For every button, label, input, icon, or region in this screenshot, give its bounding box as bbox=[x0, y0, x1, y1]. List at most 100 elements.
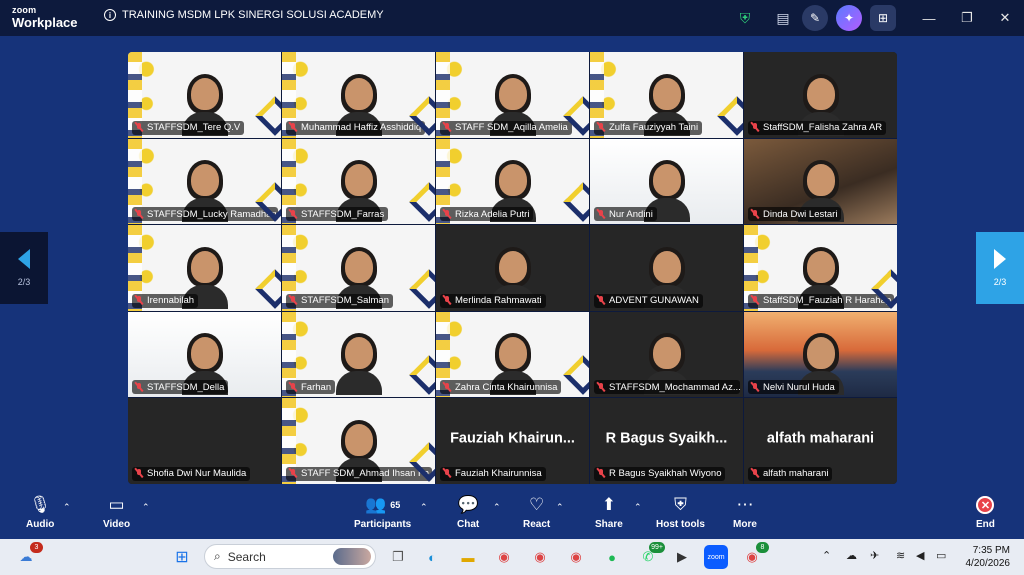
mic-muted-icon bbox=[442, 122, 452, 133]
whatsapp-icon[interactable]: ✆ 99+ bbox=[636, 542, 665, 569]
windows-taskbar: ☁ 3 ⊞ ⌕ Search ❐ ◐ ▬ ◉ ◉ ◉ ● ✆ 99+ ▶ zoom … bbox=[0, 539, 1024, 575]
battery-icon[interactable]: ▭ bbox=[936, 549, 946, 562]
cloud-icon[interactable]: ☁ bbox=[846, 549, 857, 562]
next-page-button[interactable]: 2/3 bbox=[976, 232, 1024, 304]
participants-count: 65 bbox=[390, 500, 401, 510]
spotify-icon[interactable]: ● bbox=[600, 545, 624, 569]
ai-companion-button[interactable]: ✦ bbox=[836, 5, 862, 31]
weather-icon[interactable]: ☁ 3 bbox=[14, 542, 43, 569]
brand-bottom: Workplace bbox=[12, 15, 78, 30]
participant-tile[interactable]: Rizka Adelia Putri bbox=[436, 138, 589, 225]
participant-name: StaffSDM_Fauziah R Harahap bbox=[763, 295, 892, 307]
apps-grid-button[interactable]: ⊞ bbox=[870, 5, 896, 31]
participant-tile[interactable]: STAFFSDM_Lucky Ramadhan bbox=[128, 138, 281, 225]
info-icon[interactable]: i bbox=[104, 9, 116, 21]
chrome-profile-4-icon[interactable]: ◉ 8 bbox=[740, 542, 769, 569]
participant-video bbox=[335, 333, 382, 397]
more-button[interactable]: ⋯ More bbox=[733, 494, 757, 530]
video-button[interactable]: ▭ Video bbox=[103, 494, 130, 530]
previous-page-button[interactable]: 2/3 bbox=[0, 232, 48, 304]
volume-icon[interactable]: ◀ bbox=[916, 549, 924, 562]
media-player-icon[interactable]: ▶ bbox=[670, 545, 694, 569]
participant-tile[interactable]: STAFF SDM_Ahmad Ihsan Fa... bbox=[282, 398, 435, 484]
chrome-profile-3-icon[interactable]: ◉ bbox=[564, 545, 588, 569]
end-meeting-button[interactable]: ✕ End bbox=[976, 494, 995, 530]
participant-tile[interactable]: StaffSDM_Fauziah R Harahap bbox=[744, 225, 897, 311]
participant-tile[interactable]: Nelvi Nurul Huda bbox=[744, 311, 897, 398]
chat-options-caret[interactable]: ⌃ bbox=[493, 502, 501, 513]
participant-tile[interactable]: Irennabilah bbox=[128, 225, 281, 311]
taskbar-search[interactable]: ⌕ Search bbox=[204, 544, 376, 569]
participant-tile[interactable]: StaffSDM_Falisha Zahra AR bbox=[744, 52, 897, 138]
participant-tile[interactable]: R Bagus Syaikh... R Bagus Syaikhah Wiyono bbox=[590, 398, 743, 484]
participant-tile[interactable]: STAFFSDM_Della bbox=[128, 311, 281, 398]
zoom-app-icon[interactable]: zoom bbox=[704, 545, 728, 569]
search-highlight-image bbox=[333, 548, 371, 565]
chat-button[interactable]: 💬 Chat bbox=[457, 494, 479, 530]
participant-tile[interactable]: STAFFSDM_Mochammad Az... bbox=[590, 311, 743, 398]
participant-tile[interactable]: STAFFSDM_Farras bbox=[282, 138, 435, 225]
close-button[interactable]: ✕ bbox=[986, 0, 1024, 36]
react-options-caret[interactable]: ⌃ bbox=[556, 502, 564, 513]
camera-icon: ▭ bbox=[108, 495, 125, 514]
task-view-icon[interactable]: ❐ bbox=[386, 545, 410, 569]
mic-muted-icon bbox=[596, 382, 606, 393]
page-indicator-left: 2/3 bbox=[17, 277, 31, 287]
participant-tile[interactable]: STAFFSDM_Salman bbox=[282, 225, 435, 311]
participant-name-tag: STAFFSDM_Mochammad Az... bbox=[594, 380, 740, 395]
participant-tile[interactable]: STAFFSDM_Tere Q.V bbox=[128, 52, 281, 138]
file-explorer-icon[interactable]: ▬ bbox=[456, 545, 480, 569]
react-button[interactable]: ♡ React bbox=[523, 494, 550, 530]
mic-muted-icon bbox=[134, 295, 144, 306]
participant-name: Zahra Cinta Khairunnisa bbox=[455, 381, 558, 393]
zoom-workplace-logo: zoom Workplace bbox=[12, 6, 78, 30]
participant-name: STAFFSDM_Lucky Ramadhan bbox=[147, 208, 277, 220]
share-options-caret[interactable]: ⌃ bbox=[634, 502, 642, 513]
participant-tile[interactable]: alfath maharani alfath maharani bbox=[744, 398, 897, 484]
meeting-title-text: TRAINING MSDM LPK SINERGI SOLUSI ACADEMY bbox=[122, 9, 384, 21]
participant-name: Shofia Dwi Nur Maulida bbox=[147, 468, 247, 480]
meeting-title[interactable]: i TRAINING MSDM LPK SINERGI SOLUSI ACADE… bbox=[104, 9, 384, 21]
audio-options-caret[interactable]: ⌃ bbox=[63, 502, 71, 513]
participants-button[interactable]: 👥 65 Participants bbox=[354, 494, 411, 530]
participant-name: STAFFSDM_Farras bbox=[301, 208, 385, 220]
participant-tile[interactable]: Muhammad Haffiz Asshiddiq bbox=[282, 52, 435, 138]
participant-tile[interactable]: Shofia Dwi Nur Maulida bbox=[128, 398, 281, 484]
chevron-up-icon[interactable]: ⌃ bbox=[822, 549, 831, 562]
participants-options-caret[interactable]: ⌃ bbox=[420, 502, 428, 513]
edge-icon[interactable]: ◐ bbox=[420, 545, 444, 569]
start-button-icon[interactable]: ⊞ bbox=[170, 545, 194, 569]
participant-name: Farhan bbox=[301, 381, 332, 393]
participant-tile[interactable]: Farhan bbox=[282, 311, 435, 398]
microphone-icon: 🎙 bbox=[29, 495, 51, 514]
participant-tile[interactable]: Nur Andini bbox=[590, 138, 743, 225]
participant-tile[interactable]: Fauziah Khairun... Fauziah Khairunnisa bbox=[436, 398, 589, 484]
system-clock[interactable]: 7:35 PM 4/20/2026 bbox=[966, 544, 1011, 570]
airplane-icon[interactable]: ✈ bbox=[870, 549, 879, 562]
minimize-button[interactable]: — bbox=[910, 0, 948, 36]
encryption-shield-icon[interactable]: ⛨ bbox=[730, 3, 760, 33]
participant-tile[interactable]: ADVENT GUNAWAN bbox=[590, 225, 743, 311]
restore-button[interactable]: ❐ bbox=[948, 0, 986, 36]
participant-name: Fauziah Khairunnisa bbox=[455, 468, 542, 480]
participant-tile[interactable]: Merlinda Rahmawati bbox=[436, 225, 589, 311]
mic-muted-icon bbox=[750, 209, 760, 220]
share-button[interactable]: ⬆ Share bbox=[595, 494, 623, 530]
participant-tile[interactable]: Dinda Dwi Lestari bbox=[744, 138, 897, 225]
audio-button[interactable]: 🎙 Audio bbox=[26, 494, 54, 530]
host-tools-button[interactable]: ⛨ Host tools bbox=[656, 494, 705, 530]
wifi-icon[interactable]: ≋ bbox=[896, 549, 905, 562]
chrome-profile-2-icon[interactable]: ◉ bbox=[528, 545, 552, 569]
chrome-icon[interactable]: ◉ bbox=[492, 545, 516, 569]
participant-name: Irennabilah bbox=[147, 295, 195, 307]
participant-name-tag: Rizka Adelia Putri bbox=[440, 207, 534, 222]
video-options-caret[interactable]: ⌃ bbox=[142, 502, 150, 513]
document-icon[interactable]: ▤ bbox=[768, 3, 798, 33]
whiteboard-pen-button[interactable]: ✎ bbox=[802, 5, 828, 31]
chat-label: Chat bbox=[457, 519, 480, 530]
participant-name-tag: Zahra Cinta Khairunnisa bbox=[440, 380, 562, 395]
participant-tile[interactable]: Zahra Cinta Khairunnisa bbox=[436, 311, 589, 398]
participant-tile[interactable]: Zulfa Fauziyyah Taini bbox=[590, 52, 743, 138]
participant-name: Nur Andini bbox=[609, 208, 653, 220]
participant-tile[interactable]: STAFF SDM_Aqilla Amelia bbox=[436, 52, 589, 138]
